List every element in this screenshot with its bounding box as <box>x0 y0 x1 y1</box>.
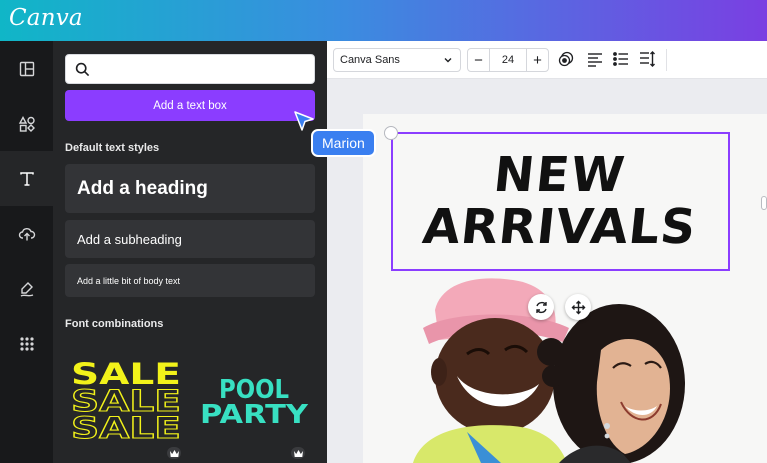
font-combo-sale[interactable]: SALE SALE SALE <box>65 353 193 463</box>
move-icon <box>571 300 585 314</box>
add-heading-button[interactable]: Add a heading <box>65 164 315 213</box>
move-button[interactable] <box>565 294 591 320</box>
default-text-styles-title: Default text styles <box>65 142 160 154</box>
layout-icon <box>19 61 34 76</box>
text-selection-box <box>391 132 730 271</box>
chevron-down-icon <box>444 58 452 63</box>
rail-apps-button[interactable] <box>0 316 53 371</box>
rotate-icon <box>535 301 547 313</box>
font-family-value: Canva Sans <box>340 54 400 66</box>
collaborator-cursor-icon <box>294 111 314 131</box>
line-spacing-icon[interactable] <box>638 50 656 68</box>
draw-icon <box>20 281 33 297</box>
add-subheading-button[interactable]: Add a subheading <box>65 220 315 258</box>
text-color-icon[interactable] <box>557 50 575 68</box>
font-family-select[interactable]: Canva Sans <box>333 48 461 72</box>
crown-icon <box>169 449 179 457</box>
premium-badge <box>291 447 305 459</box>
search-box[interactable] <box>65 54 315 84</box>
add-body-text-button[interactable]: Add a little bit of body text <box>65 264 315 297</box>
resize-handle-top-left[interactable] <box>384 126 398 140</box>
rail-uploads-button[interactable] <box>0 206 53 261</box>
font-combo-pool-party[interactable]: POOL PARTY <box>197 353 325 463</box>
cloud-upload-icon <box>18 227 35 240</box>
align-left-icon[interactable] <box>586 50 604 68</box>
canva-logo[interactable]: Canva <box>9 5 83 31</box>
rail-text-button[interactable] <box>0 151 53 206</box>
canva-editor: Canva Add a text box Default text styles… <box>0 0 767 463</box>
font-size-decrease-button[interactable]: − <box>468 49 490 71</box>
shapes-icon <box>18 115 35 132</box>
design-page[interactable]: NEW ARRIVALS <box>363 114 767 463</box>
bullet-list-icon[interactable] <box>612 50 630 68</box>
rotate-button[interactable] <box>528 294 554 320</box>
combo-sale-line-3: SALE <box>71 411 181 445</box>
text-panel: Add a text box Default text styles Add a… <box>53 41 327 463</box>
combo-pool-line-2: PARTY <box>200 400 309 430</box>
toolbar-divider <box>666 49 667 71</box>
resize-handle-right[interactable] <box>761 196 767 210</box>
add-text-box-button[interactable]: Add a text box <box>65 90 315 121</box>
collaborator-name-tag: Marion <box>311 129 376 157</box>
top-bar: Canva <box>0 0 767 41</box>
apps-grid-icon <box>19 336 34 351</box>
crown-icon <box>293 449 303 457</box>
font-size-increase-button[interactable]: + <box>526 49 548 71</box>
font-size-stepper: − 24 + <box>467 48 549 72</box>
text-icon <box>19 171 34 186</box>
rail-templates-button[interactable] <box>0 41 53 96</box>
side-rail <box>0 41 53 463</box>
rail-draw-button[interactable] <box>0 261 53 316</box>
font-combinations-title: Font combinations <box>65 318 164 330</box>
text-toolbar: Canva Sans − 24 + <box>327 41 767 79</box>
search-icon <box>75 62 90 77</box>
pool-party-combo-preview: POOL PARTY <box>200 375 309 430</box>
search-input[interactable] <box>98 59 308 79</box>
premium-badge <box>167 447 181 459</box>
font-size-value[interactable]: 24 <box>490 49 526 71</box>
rail-elements-button[interactable] <box>0 96 53 151</box>
